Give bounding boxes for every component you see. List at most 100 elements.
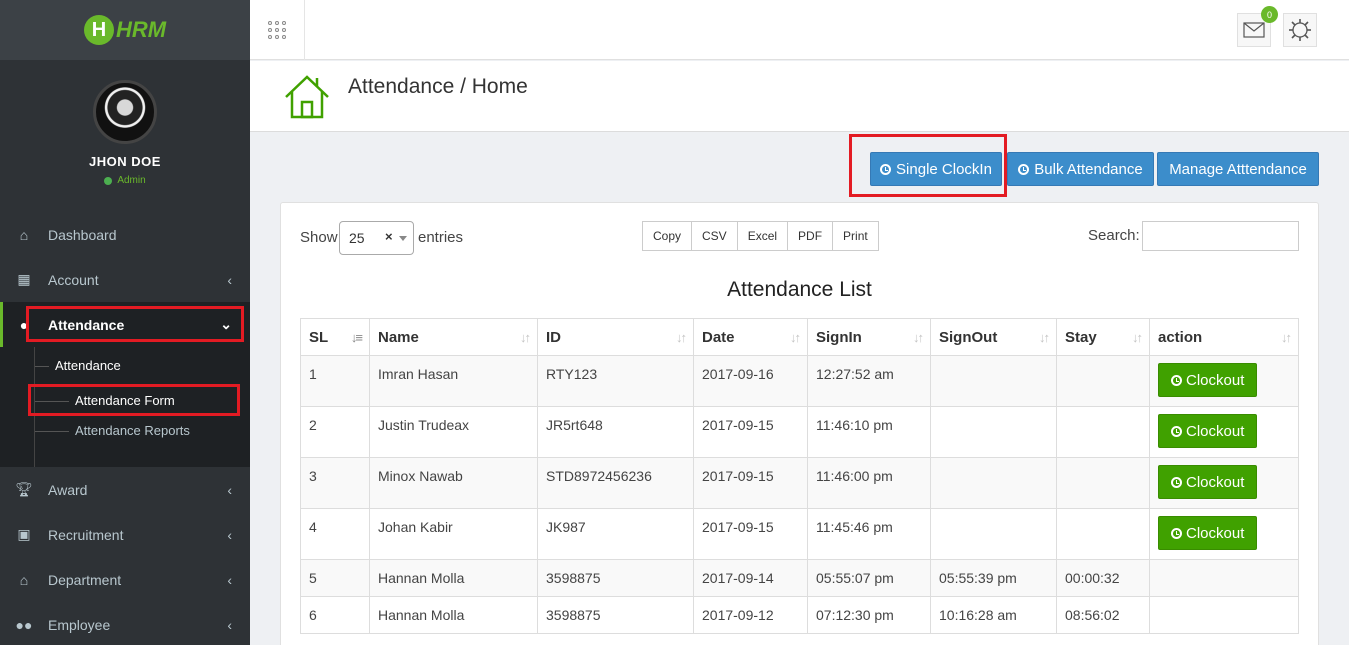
- submenu-item-label: Attendance Reports: [75, 423, 190, 438]
- cell-stay: [1056, 508, 1150, 560]
- clock-icon: [1171, 476, 1182, 488]
- single-clockin-button[interactable]: Single ClockIn: [870, 152, 1002, 186]
- chevron-left-icon: ‹: [227, 571, 232, 588]
- search-input[interactable]: [1142, 221, 1299, 251]
- submenu-item-attendance-reports[interactable]: Attendance Reports: [35, 423, 190, 438]
- submenu-item-attendance[interactable]: Attendance: [35, 358, 121, 373]
- submenu-tree-line: [34, 347, 35, 467]
- column-header-label: ID: [546, 328, 561, 346]
- settings-button[interactable]: [1283, 13, 1317, 47]
- app-logo[interactable]: H HRM: [83, 15, 167, 45]
- sidebar-item-label: Employee: [48, 616, 111, 633]
- sidebar-item-attendance[interactable]: ● Attendance ⌄: [0, 302, 250, 347]
- cell-signin: 11:46:00 pm: [807, 457, 931, 509]
- sort-icon: ↓↑: [1039, 330, 1050, 345]
- submenu-item-label: Attendance: [55, 358, 121, 373]
- column-header-signin[interactable]: SignIn ↓↑: [807, 318, 931, 356]
- cell-date: 2017-09-16: [693, 355, 808, 407]
- sidebar-item-dashboard[interactable]: ⌂ Dashboard: [0, 212, 250, 257]
- cell-signout: 05:55:39 pm: [930, 559, 1057, 597]
- cell-signout: [930, 355, 1057, 407]
- manage-attendance-button[interactable]: Manage Atttendance: [1157, 152, 1319, 186]
- csv-button[interactable]: CSV: [691, 221, 738, 251]
- cell-signin: 07:12:30 pm: [807, 596, 931, 634]
- cell-date: 2017-09-15: [693, 457, 808, 509]
- sidebar: H HRM JHON DOE Admin ⌂ Dashboard ▦ Accou…: [0, 0, 250, 645]
- clockout-button[interactable]: Clockout: [1158, 414, 1258, 448]
- column-header-action[interactable]: action ↓↑: [1149, 318, 1299, 356]
- clock-icon: [1171, 374, 1182, 386]
- messages-button[interactable]: 0: [1237, 6, 1278, 47]
- attendance-panel: Show 25 × entries Copy CSV Excel PDF Pri…: [280, 202, 1319, 645]
- copy-button[interactable]: Copy: [642, 221, 693, 251]
- sidebar-item-label: Department: [48, 571, 122, 588]
- chevron-down-icon: ⌄: [220, 316, 232, 332]
- clockout-button[interactable]: Clockout: [1158, 363, 1258, 397]
- cell-name: Justin Trudeax: [369, 406, 538, 458]
- sidebar-item-label: Recruitment: [48, 526, 124, 543]
- top-navbar: 0: [250, 0, 1349, 60]
- cell-signout: [930, 457, 1057, 509]
- mail-count-badge: 0: [1261, 6, 1278, 23]
- clock-icon: [880, 163, 892, 175]
- column-header-name[interactable]: Name ↓↑: [369, 318, 538, 356]
- export-buttons: Copy CSV Excel PDF Print: [642, 221, 879, 251]
- chevron-left-icon: ‹: [227, 616, 232, 633]
- page-size-select[interactable]: 25 ×: [339, 221, 414, 255]
- cell-name: Minox Nawab: [369, 457, 538, 509]
- clockout-button[interactable]: Clockout: [1158, 465, 1258, 499]
- table-row: 6 Hannan Molla 3598875 2017-09-12 07:12:…: [300, 596, 1299, 634]
- cell-sl: 5: [300, 559, 370, 597]
- cell-date: 2017-09-14: [693, 559, 808, 597]
- column-header-sl[interactable]: SL ↓≡: [300, 318, 370, 356]
- list-title: Attendance List: [727, 278, 872, 301]
- sort-icon: ↓↑: [913, 330, 924, 345]
- cell-name: Johan Kabir: [369, 508, 538, 560]
- clockout-button[interactable]: Clockout: [1158, 516, 1258, 550]
- logo-text: HRM: [115, 17, 167, 42]
- print-button[interactable]: Print: [832, 221, 879, 251]
- column-header-stay[interactable]: Stay ↓↑: [1056, 318, 1150, 356]
- sort-icon: ↓↑: [676, 330, 687, 345]
- cell-signin: 12:27:52 am: [807, 355, 931, 407]
- column-header-signout[interactable]: SignOut ↓↑: [930, 318, 1057, 356]
- table-row: 3 Minox Nawab STD8972456236 2017-09-15 1…: [300, 457, 1299, 509]
- bank-icon: ⌂: [19, 571, 29, 588]
- clock-icon: [1018, 163, 1030, 175]
- sidebar-item-award[interactable]: 🏆︎ Award ‹: [0, 467, 250, 512]
- envelope-icon: [1243, 22, 1265, 38]
- column-header-label: SignOut: [939, 328, 998, 346]
- column-header-date[interactable]: Date ↓↑: [693, 318, 808, 356]
- clear-icon[interactable]: ×: [385, 229, 393, 244]
- sidebar-item-department[interactable]: ⌂ Department ‹: [0, 557, 250, 602]
- sidebar-item-label: Award: [48, 481, 88, 498]
- excel-button[interactable]: Excel: [736, 221, 789, 251]
- id-card-icon: ▣: [17, 526, 31, 542]
- bulk-attendance-label: Bulk Attendance: [1034, 160, 1143, 178]
- sidebar-item-account[interactable]: ▦ Account ‹: [0, 257, 250, 302]
- submenu-item-attendance-form[interactable]: Attendance Form: [35, 393, 175, 408]
- table-row: 5 Hannan Molla 3598875 2017-09-14 05:55:…: [300, 559, 1299, 597]
- chevron-left-icon: ‹: [227, 526, 232, 543]
- cell-stay: [1056, 355, 1150, 407]
- sidebar-item-recruitment[interactable]: ▣ Recruitment ‹: [0, 512, 250, 557]
- pdf-button[interactable]: PDF: [787, 221, 834, 251]
- attendance-submenu: Attendance Attendance Form Attendance Re…: [0, 347, 250, 467]
- column-header-label: Date: [702, 328, 735, 346]
- sort-icon: ↓↑: [1281, 330, 1292, 345]
- calculator-icon: ▦: [17, 271, 31, 287]
- column-header-id[interactable]: ID ↓↑: [537, 318, 694, 356]
- user-icon: ●: [19, 316, 29, 333]
- home-icon: [285, 75, 329, 119]
- bulk-attendance-button[interactable]: Bulk Attendance: [1007, 152, 1154, 186]
- column-header-label: SignIn: [816, 328, 862, 346]
- apps-grid-button[interactable]: [250, 0, 305, 60]
- cell-sl: 6: [300, 596, 370, 634]
- avatar[interactable]: [93, 80, 157, 144]
- show-label: Show: [300, 229, 338, 246]
- cell-signin: 11:46:10 pm: [807, 406, 931, 458]
- sidebar-item-employee[interactable]: ●● Employee ‹: [0, 602, 250, 645]
- profile-role: Admin: [104, 175, 146, 186]
- cell-action: Clockout: [1149, 406, 1299, 458]
- cell-signout: 10:16:28 am: [930, 596, 1057, 634]
